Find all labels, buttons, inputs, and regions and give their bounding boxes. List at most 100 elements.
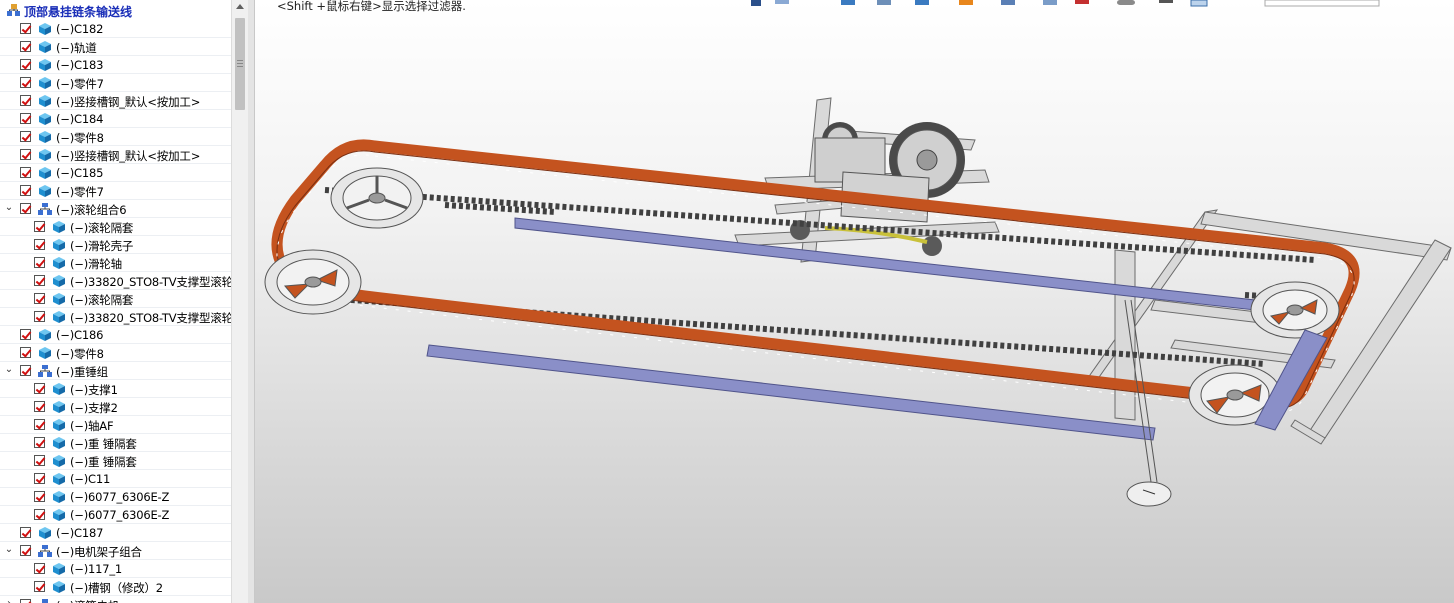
tree-row-label: (−)零件8 — [56, 347, 104, 361]
visibility-checkbox[interactable] — [34, 383, 45, 394]
tree-row[interactable]: (−)竖接槽钢_默认<按加工> — [0, 92, 232, 110]
part-cube-icon — [53, 581, 65, 593]
visibility-checkbox[interactable] — [20, 329, 31, 340]
collapse-chevron-icon[interactable]: ⌄ — [4, 365, 14, 375]
tree-row[interactable]: (−)重 锤隔套 — [0, 452, 232, 470]
part-cube-icon — [39, 77, 51, 89]
tree-row[interactable]: (−)C185 — [0, 164, 232, 182]
tree-vertical-scrollbar[interactable] — [231, 0, 249, 603]
tree-row-label: (−)重 锤隔套 — [70, 455, 137, 469]
tree-row[interactable]: (−)C182 — [0, 20, 232, 38]
tree-row[interactable]: (−)滚轮隔套 — [0, 218, 232, 236]
3d-viewport[interactable]: <Shift +鼠标右键>显示选择过滤器. — [255, 0, 1454, 603]
visibility-checkbox[interactable] — [20, 59, 31, 70]
tree-root[interactable]: 顶部悬挂链条输送线 — [0, 0, 232, 20]
visibility-checkbox[interactable] — [20, 131, 31, 142]
visibility-checkbox[interactable] — [34, 311, 45, 322]
tree-row[interactable]: (−)零件7 — [0, 182, 232, 200]
tree-row-label: (−)轨道 — [56, 41, 97, 55]
tree-row[interactable]: (−)竖接槽钢_默认<按加工> — [0, 146, 232, 164]
visibility-checkbox[interactable] — [20, 527, 31, 538]
tree-row[interactable]: (−)117_1 — [0, 560, 232, 578]
tree-row[interactable]: (−)滑轮轴 — [0, 254, 232, 272]
tree-row[interactable]: ⌄ (−)滚轮组合6 — [0, 200, 232, 218]
visibility-checkbox[interactable] — [34, 581, 45, 592]
visibility-checkbox[interactable] — [34, 473, 45, 484]
visibility-checkbox[interactable] — [20, 113, 31, 124]
tree-row[interactable]: (−)C187 — [0, 524, 232, 542]
tree-row[interactable]: (−)C186 — [0, 326, 232, 344]
visibility-checkbox[interactable] — [20, 41, 31, 52]
tree-row[interactable]: (−)6077_6306E-Z — [0, 506, 232, 524]
tree-root-label: 顶部悬挂链条输送线 — [24, 5, 133, 19]
tree-row[interactable]: (−)轨道 — [0, 38, 232, 56]
scroll-up-arrow-icon[interactable] — [236, 4, 244, 9]
tree-row[interactable]: (−)零件8 — [0, 344, 232, 362]
collapse-chevron-icon[interactable]: ⌄ — [4, 545, 14, 555]
assembly-icon — [42, 599, 48, 603]
tree-row-label: (−)C183 — [56, 58, 104, 72]
tree-row[interactable]: (−)重 锤隔套 — [0, 434, 232, 452]
visibility-checkbox[interactable] — [34, 275, 45, 286]
tree-row[interactable]: (−)轴AF — [0, 416, 232, 434]
conveyor-3d-model[interactable] — [255, 0, 1454, 603]
tree-row[interactable]: › (−)滚筒电机 — [0, 596, 232, 603]
part-cube-icon — [39, 95, 51, 107]
visibility-checkbox[interactable] — [34, 419, 45, 430]
panel-splitter[interactable] — [248, 0, 255, 603]
part-cube-icon — [39, 347, 51, 359]
part-cube-icon — [53, 563, 65, 575]
tree-row[interactable]: (−)33820_STO8-TV支撑型滚轮 — [0, 272, 232, 290]
visibility-checkbox[interactable] — [20, 365, 31, 376]
tree-row-label: (−)6077_6306E-Z — [70, 490, 170, 504]
visibility-checkbox[interactable] — [20, 149, 31, 160]
tree-row[interactable]: (−)C184 — [0, 110, 232, 128]
visibility-checkbox[interactable] — [34, 257, 45, 268]
tree-row[interactable]: (−)滑轮壳子 — [0, 236, 232, 254]
tree-row[interactable]: (−)6077_6306E-Z — [0, 488, 232, 506]
tree-row-label: (−)滑轮轴 — [70, 257, 122, 271]
visibility-checkbox[interactable] — [34, 437, 45, 448]
visibility-checkbox[interactable] — [20, 599, 31, 603]
tree-row[interactable]: ⌄ (−)电机架子组合 — [0, 542, 232, 560]
visibility-checkbox[interactable] — [34, 221, 45, 232]
visibility-checkbox[interactable] — [34, 491, 45, 502]
tree-row-label: (−)C186 — [56, 328, 104, 342]
tree-row-label: (−)竖接槽钢_默认<按加工> — [56, 95, 201, 109]
part-cube-icon — [53, 509, 65, 521]
tree-row[interactable]: (−)支撑2 — [0, 398, 232, 416]
tree-row-label: (−)重锤组 — [56, 365, 108, 379]
tree-row[interactable]: (−)槽钢（修改）2 — [0, 578, 232, 596]
part-cube-icon — [39, 59, 51, 71]
visibility-checkbox[interactable] — [34, 509, 45, 520]
visibility-checkbox[interactable] — [20, 23, 31, 34]
visibility-checkbox[interactable] — [34, 455, 45, 466]
visibility-checkbox[interactable] — [34, 563, 45, 574]
tree-row[interactable]: (−)33820_STO8-TV支撑型滚轮 — [0, 308, 232, 326]
part-cube-icon — [53, 455, 65, 467]
visibility-checkbox[interactable] — [20, 95, 31, 106]
visibility-checkbox[interactable] — [34, 293, 45, 304]
tree-row[interactable]: (−)零件7 — [0, 74, 232, 92]
visibility-checkbox[interactable] — [20, 77, 31, 88]
tree-row[interactable]: (−)C11 — [0, 470, 232, 488]
visibility-checkbox[interactable] — [20, 347, 31, 358]
visibility-checkbox[interactable] — [34, 401, 45, 412]
tree-row[interactable]: (−)滚轮隔套 — [0, 290, 232, 308]
expand-chevron-icon[interactable]: › — [4, 599, 14, 603]
tree-row[interactable]: (−)零件8 — [0, 128, 232, 146]
visibility-checkbox[interactable] — [20, 185, 31, 196]
visibility-checkbox[interactable] — [34, 239, 45, 250]
visibility-checkbox[interactable] — [20, 203, 31, 214]
tree-row[interactable]: (−)C183 — [0, 56, 232, 74]
tree-row-label: (−)C184 — [56, 112, 104, 126]
visibility-checkbox[interactable] — [20, 167, 31, 178]
tree-row-label: (−)6077_6306E-Z — [70, 508, 170, 522]
tree-row-label: (−)C11 — [70, 472, 111, 486]
visibility-checkbox[interactable] — [20, 545, 31, 556]
scrollbar-thumb[interactable] — [235, 18, 245, 110]
assembly-icon — [38, 203, 52, 215]
tree-row[interactable]: ⌄ (−)重锤组 — [0, 362, 232, 380]
tree-row[interactable]: (−)支撑1 — [0, 380, 232, 398]
collapse-chevron-icon[interactable]: ⌄ — [4, 203, 14, 213]
